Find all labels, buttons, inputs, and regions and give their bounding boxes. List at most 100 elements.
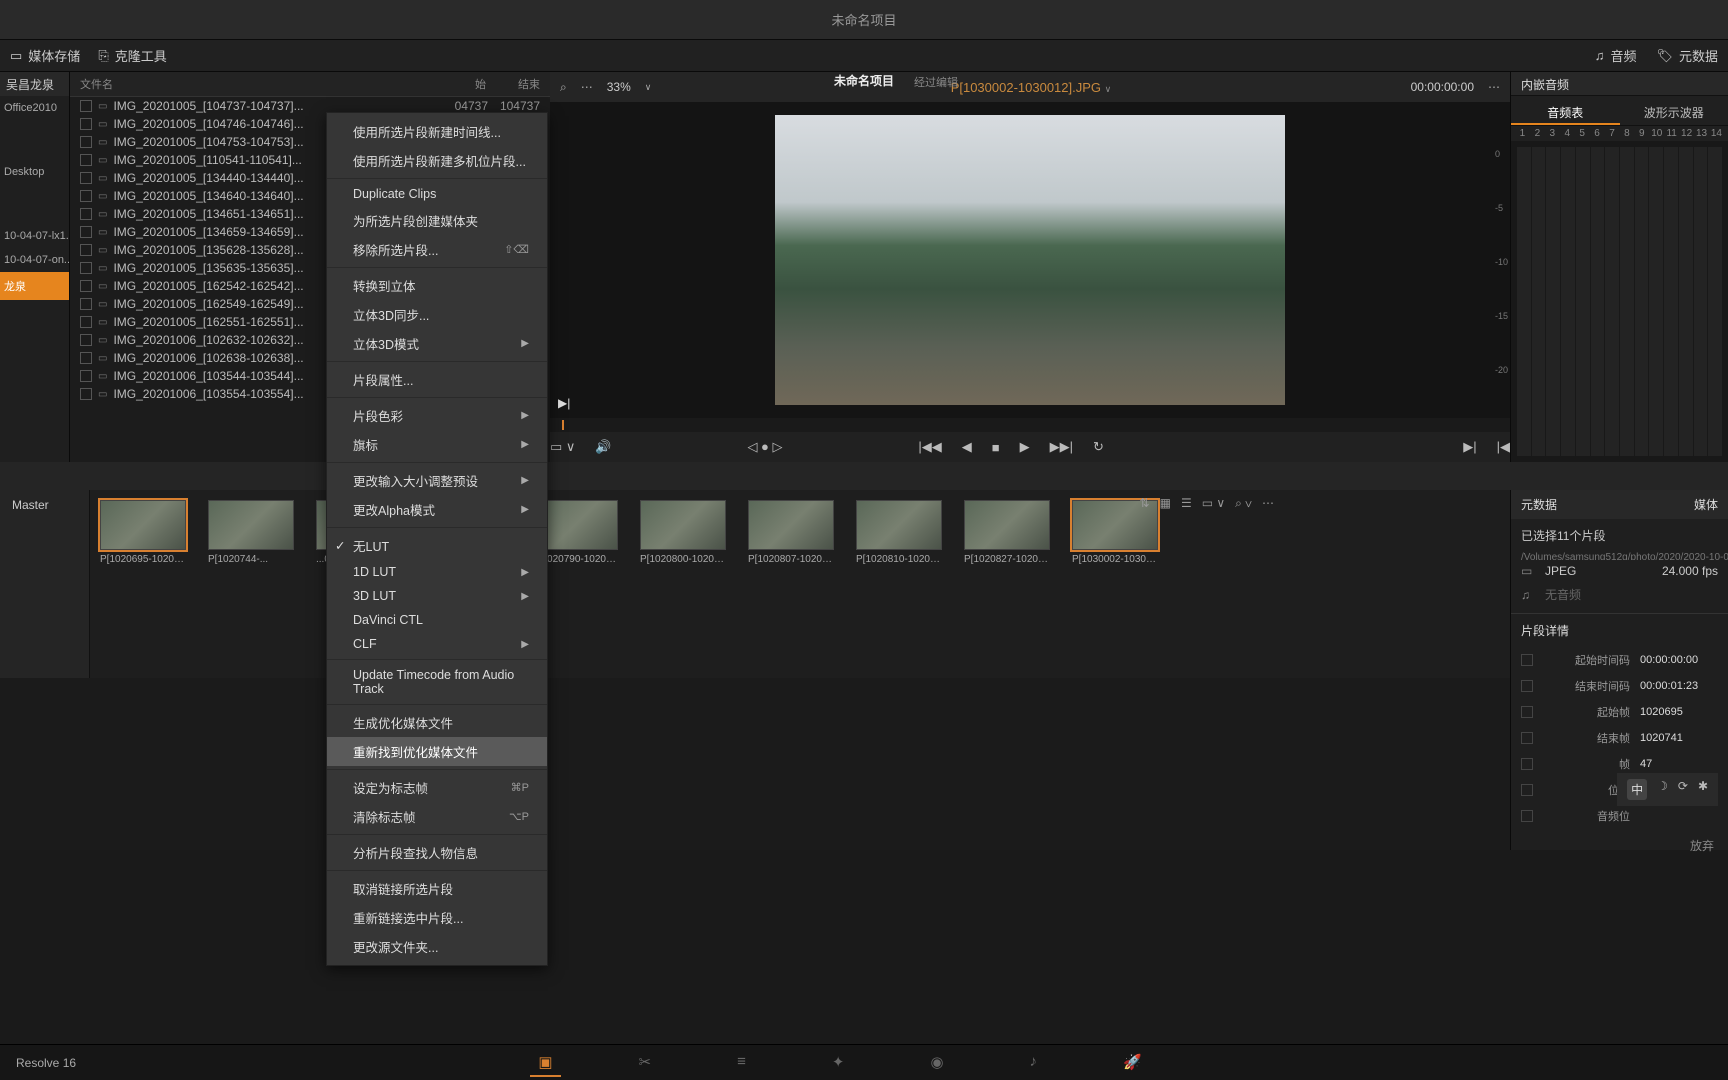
moon-icon[interactable]: ☽ (1657, 779, 1668, 800)
media-storage-tab[interactable]: ▭ 媒体存储 (10, 46, 80, 65)
context-menu-item[interactable]: 旗标▶ (327, 430, 547, 459)
tab-audio-meter[interactable]: 音频表 (1511, 96, 1620, 125)
col-filename[interactable]: 文件名 (80, 76, 440, 92)
clip-thumbnail[interactable]: P[1020800-10208... (640, 500, 726, 565)
next-frame-icon[interactable]: ▶| (558, 396, 570, 410)
checkbox[interactable] (80, 280, 92, 292)
fairlight-page-tab[interactable]: ♪ (1022, 1049, 1046, 1077)
field-checkbox[interactable] (1521, 810, 1533, 822)
chevron-down-icon[interactable]: ∨ (1105, 84, 1112, 94)
field-checkbox[interactable] (1521, 680, 1533, 692)
zoom-level[interactable]: 33% (607, 80, 631, 94)
context-menu-item[interactable]: 更改Alpha模式▶ (327, 495, 547, 524)
checkbox[interactable] (80, 262, 92, 274)
gear-icon[interactable]: ✱ (1698, 779, 1708, 800)
context-menu-item[interactable]: 移除所选片段...⇧⌫ (327, 235, 547, 264)
field-value[interactable]: 00:00:00:00 (1640, 654, 1718, 666)
context-menu-item[interactable]: 生成优化媒体文件 (327, 708, 547, 737)
context-menu-item[interactable]: Duplicate Clips (327, 182, 547, 206)
field-checkbox[interactable] (1521, 784, 1533, 796)
checkbox[interactable] (80, 334, 92, 346)
deliver-page-tab[interactable]: 🚀 (1115, 1049, 1150, 1077)
context-menu-item[interactable]: ✓无LUT (327, 531, 547, 560)
col-end[interactable]: 结束 (494, 76, 540, 92)
field-checkbox[interactable] (1521, 706, 1533, 718)
checkbox[interactable] (80, 388, 92, 400)
more-icon[interactable]: ⋯ (1262, 496, 1274, 511)
field-checkbox[interactable] (1521, 758, 1533, 770)
options-icon[interactable]: ⋯ (581, 80, 593, 94)
checkbox[interactable] (80, 226, 92, 238)
chevron-down-icon[interactable]: ∨ (645, 82, 652, 93)
context-menu-item[interactable]: 设定为标志帧⌘P (327, 773, 547, 802)
frame-icon[interactable]: ▭ ∨ (1202, 496, 1225, 511)
checkbox[interactable] (80, 100, 92, 112)
context-menu-item[interactable]: 片段属性... (327, 365, 547, 394)
context-menu-item[interactable]: Update Timecode from Audio Track (327, 663, 547, 701)
field-value[interactable]: 1020741 (1640, 732, 1718, 744)
context-menu-item[interactable]: 立体3D模式▶ (327, 329, 547, 358)
clip-thumbnail[interactable]: P[1020807-10208... (748, 500, 834, 565)
col-start[interactable]: 始 (440, 76, 486, 92)
context-menu-item[interactable]: CLF▶ (327, 632, 547, 656)
master-bin-label[interactable]: Master (0, 490, 90, 678)
viewer-options-icon[interactable]: ⋯ (1488, 80, 1500, 94)
color-page-tab[interactable]: ◉ (922, 1049, 951, 1077)
checkbox[interactable] (80, 136, 92, 148)
sidebar-folder[interactable]: 10-04-07-on... (0, 248, 69, 272)
step-back-button[interactable]: ◀ (962, 439, 972, 455)
goto-start-button[interactable]: |◀◀ (918, 439, 941, 455)
list-view-icon[interactable]: ☰ (1181, 496, 1192, 511)
context-menu-item[interactable]: 清除标志帧⌥P (327, 802, 547, 831)
search-icon[interactable]: ⌕ ∨ (1235, 496, 1252, 511)
clip-thumbnail[interactable]: P[1020810-10208... (856, 500, 942, 565)
checkbox[interactable] (80, 316, 92, 328)
lang-icon[interactable]: 中 (1627, 779, 1647, 800)
play-button[interactable]: ▶ (1020, 439, 1030, 455)
checkbox[interactable] (80, 190, 92, 202)
prev-clip-button[interactable]: |◀ (1497, 439, 1510, 455)
context-menu-item[interactable]: 为所选片段创建媒体夹 (327, 206, 547, 235)
field-value[interactable]: 47 (1640, 758, 1718, 770)
viewer-timecode[interactable]: 00:00:00:00 (1411, 80, 1474, 94)
audio-tab[interactable]: ♫ 音频 (1595, 46, 1637, 65)
checkbox[interactable] (80, 154, 92, 166)
goto-end-button[interactable]: ▶▶| (1050, 439, 1073, 455)
clip-thumbnail[interactable]: P[1020744-... (208, 500, 294, 565)
context-menu-item[interactable]: 重新链接选中片段... (327, 903, 547, 932)
clip-thumbnail[interactable]: P[1020695-10207... (100, 500, 186, 565)
context-menu-item[interactable]: 重新找到优化媒体文件 (327, 737, 547, 766)
checkbox[interactable] (80, 298, 92, 310)
clip-context-menu[interactable]: 使用所选片段新建时间线...使用所选片段新建多机位片段...Duplicate … (326, 112, 548, 966)
field-value[interactable]: 1020695 (1640, 706, 1718, 718)
metadata-header-right[interactable]: 媒体 (1694, 496, 1718, 513)
context-menu-item[interactable]: 使用所选片段新建时间线... (327, 117, 547, 146)
stop-button[interactable]: ■ (992, 440, 1000, 455)
context-menu-item[interactable]: 片段色彩▶ (327, 401, 547, 430)
context-menu-item[interactable]: 立体3D同步... (327, 300, 547, 329)
context-menu-item[interactable]: 1D LUT▶ (327, 560, 547, 584)
checkbox[interactable] (80, 172, 92, 184)
field-checkbox[interactable] (1521, 732, 1533, 744)
field-value[interactable]: 00:00:01:23 (1640, 680, 1718, 692)
loop-button[interactable]: ↻ (1093, 439, 1104, 455)
sort-icon[interactable]: ⇅ (1140, 496, 1150, 511)
checkbox[interactable] (80, 118, 92, 130)
clip-thumbnail[interactable]: P[1020827-10208... (964, 500, 1050, 565)
metadata-tab[interactable]: 🏷 元数据 (1656, 46, 1718, 65)
tab-wave-scope[interactable]: 波形示波器 (1620, 96, 1728, 125)
edit-page-tab[interactable]: ≡ (729, 1049, 754, 1077)
checkbox[interactable] (80, 370, 92, 382)
context-menu-item[interactable]: 取消链接所选片段 (327, 874, 547, 903)
cut-page-tab[interactable]: ✂ (631, 1049, 660, 1077)
zoom-out-icon[interactable]: ◁ ● ▷ (747, 439, 782, 455)
fusion-page-tab[interactable]: ✦ (824, 1049, 853, 1077)
grid-view-icon[interactable]: ▦ (1160, 496, 1171, 511)
context-menu-item[interactable]: DaVinci CTL (327, 608, 547, 632)
volume-icon[interactable]: 🔊 (595, 439, 611, 455)
sidebar-folder[interactable]: Office2010 (0, 96, 69, 120)
context-menu-item[interactable]: 3D LUT▶ (327, 584, 547, 608)
frame-mode-icon[interactable]: ▭ ∨ (550, 439, 575, 455)
scrub-bar[interactable] (550, 418, 1510, 432)
clone-tool-tab[interactable]: ⎘ 克隆工具 (98, 46, 166, 65)
